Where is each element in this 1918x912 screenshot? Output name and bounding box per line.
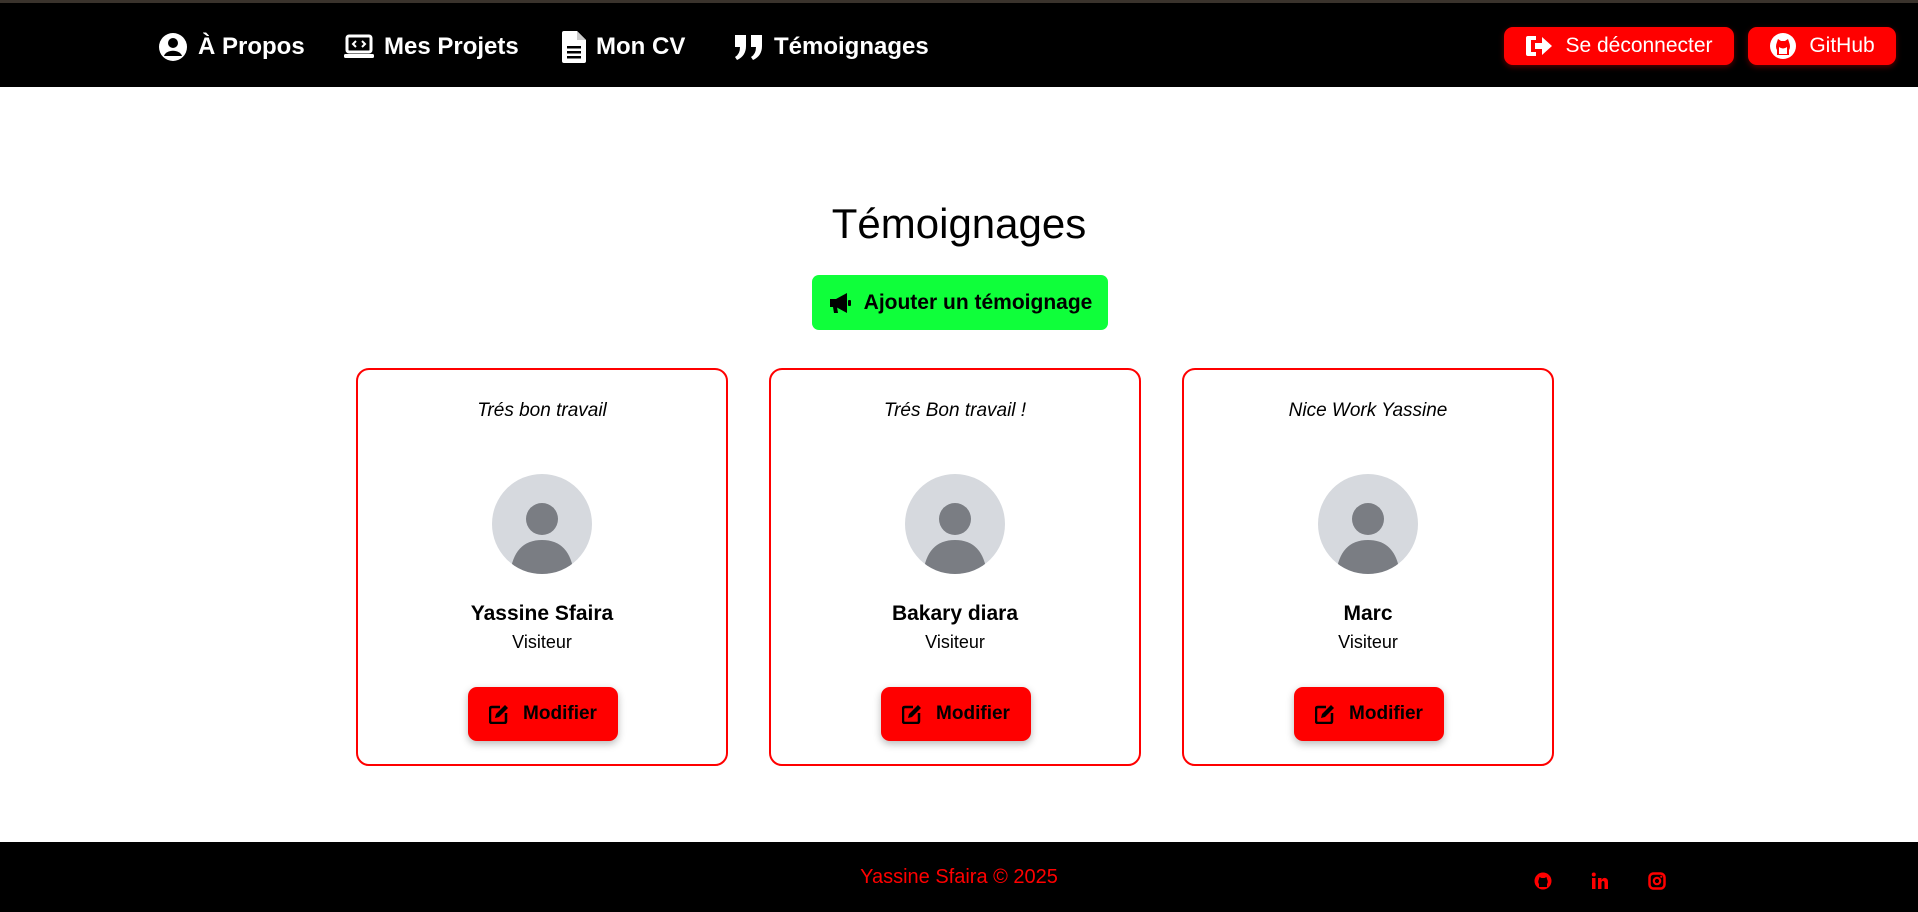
testimonial-role: Visiteur	[925, 632, 985, 652]
edit-button[interactable]: Modifier	[1294, 687, 1444, 741]
footer-copyright: Yassine Sfaira © 2025	[860, 866, 1058, 888]
testimonial-role: Visiteur	[1338, 632, 1398, 652]
avatar	[905, 474, 1005, 574]
testimonial-author: Marc	[1343, 602, 1393, 625]
testimonial-quote: Trés bon travail	[477, 400, 607, 421]
github-label: GitHub	[1809, 34, 1875, 57]
default-avatar-icon	[923, 503, 987, 574]
testimonial-quote: Trés Bon travail !	[883, 400, 1027, 421]
github-button[interactable]: GitHub	[1748, 27, 1896, 65]
nav-item-label: Mon CV	[596, 33, 686, 60]
testimonial-role: Visiteur	[512, 632, 572, 652]
default-avatar-icon	[510, 503, 574, 574]
edit-button[interactable]: Modifier	[881, 687, 1031, 741]
footer-instagram-link[interactable]	[1647, 871, 1667, 891]
github-icon	[1770, 33, 1797, 59]
nav-item-mes-projets[interactable]: Mes Projets	[344, 25, 519, 69]
add-testimonial-label: Ajouter un témoignage	[863, 290, 1093, 314]
sign-out-icon	[1526, 36, 1553, 56]
file-icon	[562, 31, 586, 63]
testimonial-author: Yassine Sfaira	[470, 602, 614, 625]
edit-icon	[1315, 705, 1335, 724]
testimonial-quote: Nice Work Yassine	[1288, 400, 1448, 421]
avatar	[1318, 474, 1418, 574]
instagram-icon	[1648, 872, 1666, 890]
edit-button[interactable]: Modifier	[468, 687, 618, 741]
nav-item-mon-cv[interactable]: Mon CV	[562, 25, 685, 69]
logout-button[interactable]: Se déconnecter	[1504, 27, 1734, 65]
footer: Yassine Sfaira © 2025	[0, 842, 1918, 912]
quote-icon	[735, 35, 762, 60]
nav-item-label: Témoignages	[774, 33, 929, 60]
user-circle-icon	[159, 33, 187, 61]
footer-github-link[interactable]	[1533, 871, 1553, 891]
logout-label: Se déconnecter	[1565, 34, 1713, 57]
edit-label: Modifier	[523, 703, 597, 724]
page-title: Témoignages	[831, 200, 1087, 247]
nav-item-a-propos[interactable]: À Propos	[158, 25, 305, 69]
edit-label: Modifier	[1349, 703, 1423, 724]
nav-item-label: À Propos	[198, 33, 305, 60]
avatar	[492, 474, 592, 574]
nav-item-temoignages[interactable]: Témoignages	[734, 25, 929, 69]
edit-icon	[902, 705, 922, 724]
github-icon	[1534, 872, 1552, 890]
edit-icon	[489, 705, 509, 724]
testimonial-card: Trés bon travail Yassine Sfaira Visiteur…	[356, 368, 728, 766]
testimonial-author: Bakary diara	[891, 602, 1019, 625]
navbar: À Propos Mes Projets Mon CV Témoignages	[0, 3, 1918, 87]
footer-linkedin-link[interactable]	[1590, 871, 1610, 891]
testimonial-card: Trés Bon travail ! Bakary diara Visiteur…	[769, 368, 1141, 766]
nav-item-label: Mes Projets	[384, 33, 519, 60]
laptop-code-icon	[344, 34, 374, 58]
testimonial-card: Nice Work Yassine Marc Visiteur Modifier	[1182, 368, 1554, 766]
edit-label: Modifier	[936, 703, 1010, 724]
linkedin-icon	[1591, 872, 1608, 889]
bullhorn-icon	[829, 292, 851, 313]
default-avatar-icon	[1336, 503, 1400, 574]
add-testimonial-button[interactable]: Ajouter un témoignage	[812, 275, 1108, 330]
